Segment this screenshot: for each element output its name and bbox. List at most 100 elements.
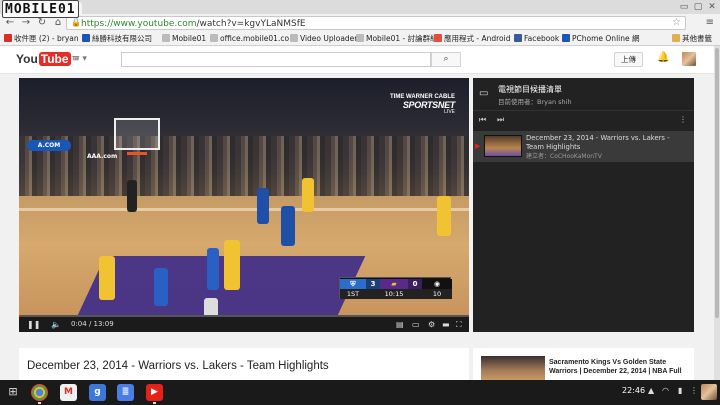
related-video[interactable]: Sacramento Kings Vs Golden State Warrior… bbox=[473, 348, 694, 380]
bookmark-item[interactable]: Video Uploader bbox=[290, 34, 357, 44]
account-avatar[interactable] bbox=[682, 52, 696, 66]
menu-icon[interactable]: ≡ bbox=[706, 17, 714, 28]
bookmark-item[interactable]: PChome Online 網 bbox=[562, 34, 639, 44]
referee-figure bbox=[127, 180, 137, 212]
related-title: Sacramento Kings Vs Golden State Warrior… bbox=[549, 359, 682, 375]
pause-icon[interactable]: ❚❚ bbox=[27, 317, 40, 332]
twc-logo: ◉ bbox=[422, 279, 452, 289]
user-avatar[interactable] bbox=[701, 384, 717, 400]
score-away: 0 bbox=[408, 279, 422, 289]
yt-masthead: You Tube TW ≡ ▾ ⌕ 上傳 🔔 bbox=[0, 46, 714, 74]
now-playing-icon: ▶ bbox=[475, 142, 481, 150]
wifi-icon[interactable]: ◠ bbox=[662, 386, 669, 395]
video-title: December 23, 2014 - Warriors vs. Lakers … bbox=[27, 360, 329, 372]
team-logo-lakers: ▰ bbox=[380, 279, 408, 289]
player-figure bbox=[302, 178, 314, 212]
quarter: 1ST bbox=[340, 289, 366, 299]
game-scoreboard: ⛨ 3 ▰ 0 ◉ 1ST 10:15 10 bbox=[339, 277, 452, 299]
player-figure bbox=[257, 188, 269, 224]
battery-icon[interactable]: ▮ bbox=[678, 386, 682, 395]
google-search-icon[interactable]: g bbox=[89, 384, 106, 401]
chromeos-shelf: ⊞ M g ≣ ▶ 22:46 ▲ ◠ ▮ ⋮ bbox=[0, 380, 720, 405]
divider bbox=[473, 110, 694, 111]
bookmark-label: Mobile01 bbox=[172, 34, 207, 43]
youtube-app-icon[interactable]: ▶ bbox=[146, 384, 163, 401]
captions-icon[interactable]: ▤ bbox=[396, 317, 404, 332]
guide-menu-icon[interactable]: ≡ ▾ bbox=[72, 54, 87, 64]
bookmark-label: Video Uploader bbox=[300, 34, 358, 43]
gmail-icon[interactable]: M bbox=[60, 384, 77, 401]
bookmark-label: 應用程式 - Android bbox=[444, 34, 511, 43]
court-paint bbox=[72, 256, 366, 317]
url-text: https://www.youtube.com/watch?v=kgvYLaNM… bbox=[81, 18, 306, 30]
bookmark-favicon-icon bbox=[514, 34, 522, 42]
bookmark-item[interactable]: Mobile01 - 討論群組 bbox=[356, 34, 438, 44]
docs-icon[interactable]: ≣ bbox=[117, 384, 134, 401]
chrome-icon[interactable] bbox=[31, 384, 48, 401]
youtube-logo[interactable]: You Tube TW bbox=[16, 52, 79, 67]
minimize-icon[interactable]: ▭ bbox=[678, 2, 690, 12]
address-bar[interactable]: 🔒 https://www.youtube.com/watch?v=kgvYLa… bbox=[66, 16, 686, 30]
queue-title: 電視節目候播清單 bbox=[498, 85, 562, 94]
settings-gear-icon[interactable]: ⚙ bbox=[428, 317, 435, 332]
fullscreen-icon[interactable]: ⛶ bbox=[456, 317, 462, 332]
queue-subtitle: 目前使用者：Bryan shih bbox=[498, 98, 572, 106]
bookmark-label: Mobile01 - 討論群組 bbox=[366, 34, 438, 43]
bookmark-item[interactable]: 收件匣 (2) - bryan bbox=[4, 34, 79, 44]
theater-mode-icon[interactable]: ▬ bbox=[442, 317, 450, 332]
notifications-bell-icon[interactable]: 🔔 bbox=[657, 52, 669, 63]
backboard bbox=[114, 118, 160, 150]
close-icon[interactable]: ✕ bbox=[706, 2, 718, 12]
logo-tube: Tube bbox=[38, 52, 71, 66]
court-baseline bbox=[19, 208, 469, 211]
previous-icon[interactable]: ⏮ bbox=[479, 115, 486, 125]
watermark-logo: MOBILE01 bbox=[2, 0, 79, 18]
search-icon: ⌕ bbox=[443, 54, 449, 64]
star-icon[interactable]: ☆ bbox=[672, 17, 681, 28]
team-logo-warriors: ⛨ bbox=[340, 279, 366, 289]
upload-button[interactable]: 上傳 bbox=[614, 52, 643, 67]
score-home: 3 bbox=[366, 279, 380, 289]
youtube-page: You Tube TW ≡ ▾ ⌕ 上傳 🔔 A.COM AAA.com TIM… bbox=[0, 46, 714, 380]
bookmark-label: 其他書籤 bbox=[682, 34, 712, 43]
bookmark-label: Facebook bbox=[524, 34, 560, 43]
queue-item-title: December 23, 2014 - Warriors vs. Lakers … bbox=[526, 134, 670, 151]
more-status-icon[interactable]: ⋮ bbox=[690, 386, 698, 395]
bookmark-favicon-icon bbox=[162, 34, 170, 42]
maximize-icon[interactable]: ▢ bbox=[692, 2, 704, 12]
crowd-stands bbox=[19, 136, 469, 196]
bookmark-item[interactable]: office.mobile01.co bbox=[210, 34, 289, 44]
related-thumbnail bbox=[481, 356, 545, 380]
bookmarks-bar: 收件匣 (2) - bryan 絲勝科技有限公司 Mobile01 office… bbox=[0, 32, 720, 46]
queue-item[interactable]: ▶ December 23, 2014 - Warriors vs. Laker… bbox=[473, 131, 694, 162]
video-player[interactable]: A.COM AAA.com TIME WARNER CABLE SPORTSNE… bbox=[19, 78, 469, 332]
app-launcher-icon[interactable]: ⊞ bbox=[7, 386, 19, 398]
network-status-icon[interactable]: ▲ bbox=[648, 386, 654, 395]
scrollbar-thumb[interactable] bbox=[715, 48, 719, 318]
bookmark-label: office.mobile01.co bbox=[220, 34, 290, 43]
bookmark-item[interactable]: Facebook bbox=[514, 34, 559, 44]
next-icon[interactable]: ⏭ bbox=[497, 115, 504, 125]
watch-later-icon[interactable]: ▭ bbox=[412, 317, 420, 332]
url-path: /watch?v=kgvYLaNMSfE bbox=[196, 19, 306, 29]
volume-icon[interactable]: 🔈 bbox=[51, 317, 61, 332]
bookmark-item[interactable]: Mobile01 bbox=[162, 34, 206, 44]
bookmark-favicon-icon bbox=[434, 34, 442, 42]
player-figure bbox=[99, 256, 115, 300]
player-figure bbox=[207, 248, 219, 290]
bookmark-item[interactable]: 應用程式 - Android bbox=[434, 34, 510, 44]
bookmark-favicon-icon bbox=[562, 34, 570, 42]
bookmark-label: 絲勝科技有限公司 bbox=[92, 34, 152, 43]
player-figure bbox=[437, 196, 451, 236]
player-controls: ❚❚ 🔈 0:04 / 13:09 ▤ ▭ ⚙ ▬ ⛶ bbox=[19, 317, 469, 332]
more-options-icon[interactable]: ⋮ bbox=[679, 115, 687, 124]
search-input[interactable] bbox=[121, 52, 431, 67]
bookmark-item[interactable]: 其他書籤 bbox=[672, 34, 712, 44]
running-indicator bbox=[153, 402, 156, 404]
bookmark-item[interactable]: 絲勝科技有限公司 bbox=[82, 34, 152, 44]
queue-item-creator: 建立者：CoCHooKaMonTV bbox=[526, 153, 602, 160]
search-button[interactable]: ⌕ bbox=[431, 52, 461, 67]
system-clock[interactable]: 22:46 bbox=[622, 386, 645, 395]
cast-icon[interactable]: ▭ bbox=[479, 88, 488, 99]
url-host: https://www.youtube.com bbox=[81, 19, 197, 29]
